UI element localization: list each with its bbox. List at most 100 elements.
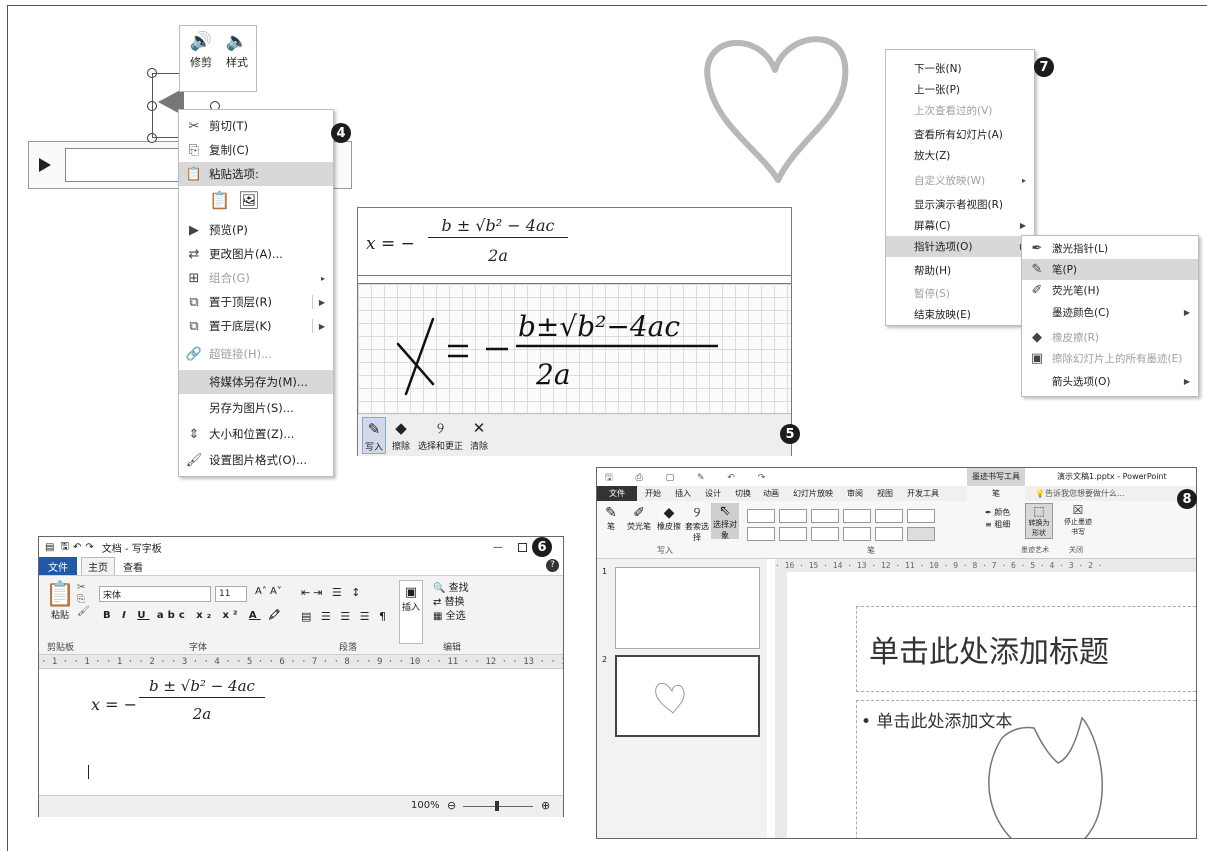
zoom-in-icon[interactable]: ⊕ xyxy=(541,799,550,812)
tab-insert[interactable]: 插入 xyxy=(675,488,691,499)
tab-slideshow[interactable]: 幻灯片放映 xyxy=(793,488,833,499)
tab-transitions[interactable]: 切换 xyxy=(735,488,751,499)
pen-swatch[interactable] xyxy=(907,527,935,541)
tab-file[interactable]: 文件 xyxy=(597,486,637,501)
pen-swatch[interactable] xyxy=(779,527,807,541)
trim-button[interactable]: 🔊 修剪 xyxy=(184,30,218,70)
cut-copy-icons[interactable]: ✂ ⎘ 🖌 xyxy=(77,582,90,618)
menu-item-bring-to-front[interactable]: ⧉ 置于顶层(R) ▶ xyxy=(179,290,333,314)
ink-color-button[interactable]: ✒ 颜色 xyxy=(985,507,1010,519)
save-icon[interactable]: 🖫 xyxy=(60,539,69,556)
tab-file[interactable]: 文件 xyxy=(39,557,77,575)
stop-inking-button[interactable]: ☒ 停止墨迹书写 xyxy=(1063,503,1093,539)
pen-swatch[interactable] xyxy=(843,527,871,541)
pen-swatch[interactable] xyxy=(811,509,839,523)
pen-swatch[interactable] xyxy=(875,509,903,523)
quick-access-icons[interactable]: 🖫 ⎙ ▢ ✎ ↶ ↷ xyxy=(605,470,775,486)
menu-item-erase-all-ink[interactable]: ▣ 擦除幻灯片上的所有墨迹(E) xyxy=(1022,348,1198,369)
menu-item-presenter-view[interactable]: 显示演示者视图(R) xyxy=(886,194,1034,215)
lasso-select-button[interactable]: ୨ 套索选择 xyxy=(683,505,711,543)
tab-review[interactable]: 审阅 xyxy=(847,488,863,499)
align-buttons[interactable]: ▤ ☰ ☰ ☰ ¶ xyxy=(301,610,389,623)
menu-item-hyperlink[interactable]: 🔗 超链接(H)... xyxy=(179,342,333,366)
pen-gallery[interactable] xyxy=(747,505,977,541)
tab-developer[interactable]: 开发工具 xyxy=(907,488,939,499)
pen-swatch[interactable] xyxy=(907,509,935,523)
menu-item-zoom[interactable]: 放大(Z) xyxy=(886,145,1034,166)
help-icon[interactable]: ? xyxy=(546,559,559,572)
tell-me-box[interactable]: 💡告诉我您想要做什么... xyxy=(1035,488,1125,499)
menu-item-cut[interactable]: ✂ 剪切(T) xyxy=(179,114,333,138)
tab-animations[interactable]: 动画 xyxy=(763,488,779,499)
menu-item-size-position[interactable]: ⇕ 大小和位置(Z)... xyxy=(179,422,333,446)
tab-home[interactable]: 主页 xyxy=(81,557,115,575)
menu-item-pen[interactable]: ✎ 笔(P) xyxy=(1022,259,1198,280)
grow-shrink-font-icons[interactable]: A˄ A˅ xyxy=(255,586,282,597)
menu-item-laser-pointer[interactable]: ✒ 激光指针(L) xyxy=(1022,238,1198,259)
paste-button[interactable]: 📋 粘贴 xyxy=(45,580,75,621)
menu-item-end-show[interactable]: 结束放映(E) xyxy=(886,304,1034,325)
minimize-icon[interactable]: — xyxy=(493,542,503,553)
menu-item-custom-show[interactable]: 自定义放映(W) ▸ xyxy=(886,170,1034,191)
pen-tool-button[interactable]: ✎ 笔 xyxy=(601,505,621,532)
menu-item-save-as-picture[interactable]: 另存为图片(S)... xyxy=(179,396,333,420)
tab-design[interactable]: 设计 xyxy=(705,488,721,499)
zoom-out-icon[interactable]: ⊖ xyxy=(447,799,456,812)
menu-item-help[interactable]: 帮助(H) xyxy=(886,260,1034,281)
eraser-tool-button[interactable]: ◆ 橡皮擦 xyxy=(655,505,683,532)
handwriting-canvas[interactable]: b±√b²−4ac 2a xyxy=(358,283,791,413)
find-button[interactable]: 🔍 查找 xyxy=(433,582,469,596)
menu-item-group[interactable]: ⊞ 组合(G) ▸ xyxy=(179,266,333,290)
erase-button[interactable]: ◆ 擦除 xyxy=(392,417,410,452)
insert-button[interactable]: ▣ 插入 xyxy=(399,580,423,644)
play-icon[interactable] xyxy=(39,158,51,172)
select-correct-button[interactable]: ୨ 选择和更正 xyxy=(418,417,463,452)
maximize-icon[interactable] xyxy=(518,542,527,552)
font-name-select[interactable]: 宋体 xyxy=(99,586,211,602)
title-placeholder[interactable]: 单击此处添加标题 xyxy=(856,606,1196,692)
tab-pen[interactable]: 笔 xyxy=(967,486,1025,501)
ink-thickness-button[interactable]: ≡ 粗细 xyxy=(985,519,1010,531)
menu-item-change-picture[interactable]: ⇄ 更改图片(A)... xyxy=(179,242,333,266)
slide-canvas[interactable]: 单击此处添加标题 • 单击此处添加文本 xyxy=(804,600,1196,838)
pen-swatch[interactable] xyxy=(811,527,839,541)
menu-item-copy[interactable]: ⎘ 复制(C) xyxy=(179,138,333,162)
pen-swatch[interactable] xyxy=(747,509,775,523)
font-size-select[interactable]: 11 xyxy=(215,586,247,602)
clear-button[interactable]: ✕ 清除 xyxy=(470,417,488,452)
menu-item-eraser[interactable]: ◆ 橡皮擦(R) xyxy=(1022,327,1198,348)
convert-to-shapes-button[interactable]: ⬚ 转换为形状 xyxy=(1025,503,1053,539)
wordpad-ruler[interactable]: · 1 · · 1 · · 1 · · 2 · · 3 · · 4 · · 5 … xyxy=(39,655,563,669)
menu-item-screen[interactable]: 屏幕(C) ▶ xyxy=(886,215,1034,236)
pen-swatch[interactable] xyxy=(779,509,807,523)
highlighter-tool-button[interactable]: ✐ 荧光笔 xyxy=(625,505,653,532)
pen-swatch[interactable] xyxy=(875,527,903,541)
select-all-button[interactable]: ▦ 全选 xyxy=(433,610,469,624)
menu-item-last-viewed[interactable]: 上次查看过的(V) xyxy=(886,100,1034,121)
menu-item-send-to-back[interactable]: ⧉ 置于底层(K) ▶ xyxy=(179,314,333,338)
pen-swatch[interactable] xyxy=(843,509,871,523)
paste-keep-format-icon[interactable]: 📋 xyxy=(209,191,230,211)
tab-home[interactable]: 开始 xyxy=(645,488,661,499)
write-button[interactable]: ✎ 写入 xyxy=(362,417,387,454)
menu-item-save-media-as[interactable]: 将媒体另存为(M)... xyxy=(179,370,333,394)
menu-item-preview[interactable]: ▶ 预览(P) xyxy=(179,218,333,242)
document-area[interactable]: x = − b ± √b² − 4ac 2a xyxy=(39,669,563,795)
undo-icon[interactable]: ↶ xyxy=(73,542,81,553)
menu-item-arrow-options[interactable]: 箭头选项(O) ▶ xyxy=(1022,371,1198,392)
menu-item-pointer-options[interactable]: 指针选项(O)▶ xyxy=(886,236,1034,257)
slide-thumbnail-2[interactable] xyxy=(615,655,760,737)
select-objects-button[interactable]: ⇖ 选择对象 xyxy=(711,503,739,540)
pen-swatch[interactable] xyxy=(747,527,775,541)
style-button[interactable]: 🔈 样式 xyxy=(220,30,254,70)
redo-icon[interactable]: ↷ xyxy=(85,542,93,553)
zoom-slider-thumb[interactable] xyxy=(495,801,499,811)
menu-item-ink-color[interactable]: 墨迹颜色(C) ▶ xyxy=(1022,302,1198,323)
menu-item-format-picture[interactable]: 🖌 设置图片格式(O)... xyxy=(179,448,333,472)
menu-item-previous[interactable]: 上一张(P) xyxy=(886,79,1034,100)
indent-list-buttons[interactable]: ⇤⇥ ☰ ↕ xyxy=(301,586,364,599)
menu-item-highlighter[interactable]: ✐ 荧光笔(H) xyxy=(1022,280,1198,301)
paste-as-picture-icon[interactable]: 🖼 xyxy=(238,191,260,211)
menu-item-see-all[interactable]: 查看所有幻灯片(A) xyxy=(886,124,1034,145)
menu-item-next[interactable]: 下一张(N) xyxy=(886,58,1034,79)
